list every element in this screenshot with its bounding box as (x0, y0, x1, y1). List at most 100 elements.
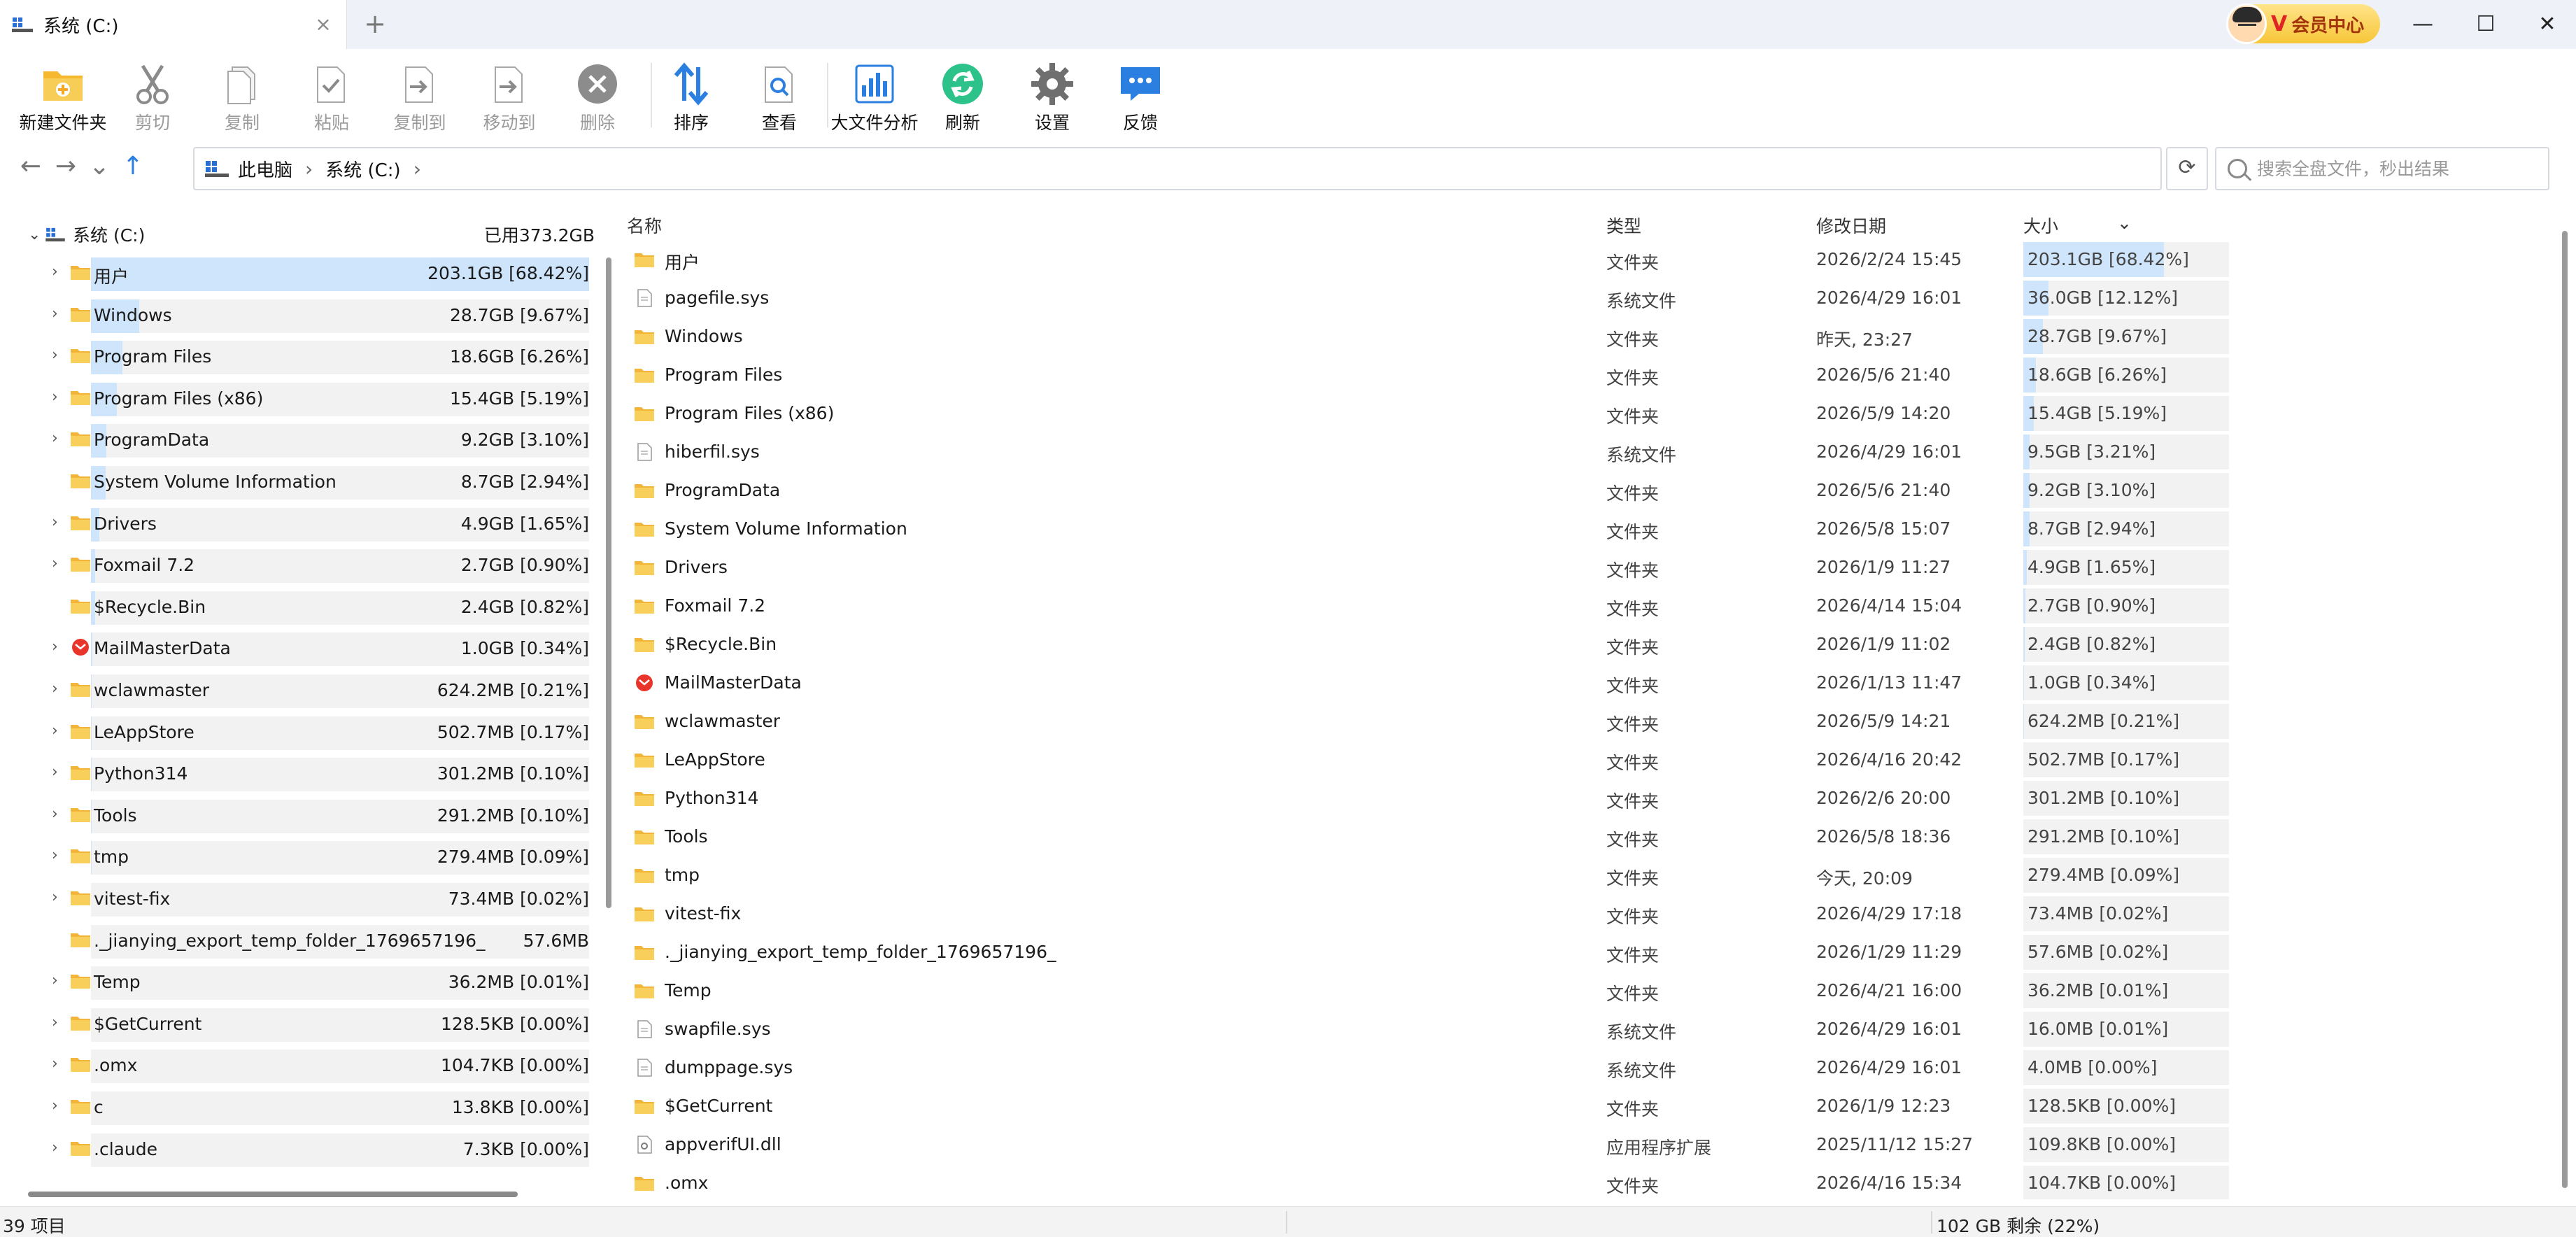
tree-item[interactable]: $Recycle.Bin 2.4GB [0.82%] (0, 590, 589, 626)
settings-button[interactable]: 设置 (1007, 62, 1097, 140)
chevron-right-icon[interactable]: › (52, 1139, 67, 1157)
table-row[interactable]: dumppage.sys 系统文件 2026/4/29 16:01 4.0MB [0.… (620, 1049, 2229, 1087)
table-row[interactable]: pagefile.sys 系统文件 2026/4/29 16:01 36.0GB [1… (620, 279, 2229, 318)
chevron-right-icon[interactable]: › (52, 972, 67, 989)
table-row[interactable]: Foxmail 7.2 文件夹 2026/4/14 15:04 2.7GB [0.90… (620, 587, 2229, 625)
back-button[interactable]: ← (17, 153, 45, 181)
chevron-right-icon[interactable]: › (52, 763, 67, 781)
chevron-right-icon[interactable]: › (52, 1055, 67, 1073)
address-bar[interactable]: 此电脑 › 系统 (C:) › (193, 147, 2162, 190)
feedback-button[interactable]: 反馈 (1096, 62, 1185, 140)
table-row[interactable]: $Recycle.Bin 文件夹 2026/1/9 11:02 2.4GB [0.82… (620, 625, 2229, 664)
chevron-right-icon[interactable]: › (52, 1097, 67, 1115)
tree-item[interactable]: › 用户 203.1GB [68.42%] (0, 256, 589, 292)
list-scrollbar[interactable] (2562, 231, 2568, 1188)
paste-button[interactable]: 粘贴 (287, 62, 376, 140)
chevron-down-icon[interactable]: ⌄ (28, 226, 45, 243)
table-row[interactable]: 用户 文件夹 2026/2/24 15:45 203.1GB [68.42%] (620, 241, 2229, 279)
history-dropdown-button[interactable]: ⌄ (85, 153, 113, 181)
maximize-button[interactable]: ☐ (2468, 7, 2503, 42)
tree-item[interactable]: › .claude 7.3KB [0.00%] (0, 1132, 589, 1168)
chevron-right-icon[interactable]: › (305, 157, 313, 181)
close-window-button[interactable]: ✕ (2530, 7, 2565, 42)
chevron-right-icon[interactable]: › (52, 638, 67, 656)
table-row[interactable]: Temp 文件夹 2026/4/21 16:00 36.2MB [0.01%] (620, 972, 2229, 1010)
tree-item[interactable]: › Python314 301.2MB [0.10%] (0, 756, 589, 793)
table-row[interactable]: Drivers 文件夹 2026/1/9 11:27 4.9GB [1.65%] (620, 549, 2229, 587)
tree-item[interactable]: › LeAppStore 502.7MB [0.17%] (0, 715, 589, 751)
chevron-right-icon[interactable]: › (52, 263, 67, 281)
column-header-size[interactable]: 大小 (2023, 213, 2058, 238)
tree-item[interactable]: ._jianying_export_temp_folder_1769657196… (0, 924, 589, 960)
table-row[interactable]: Python314 文件夹 2026/2/6 20:00 301.2MB [0.10%… (620, 779, 2229, 818)
refresh-toolbar-button[interactable]: 刷新 (918, 62, 1007, 140)
vip-center-button[interactable]: V 会员中心 (2226, 3, 2380, 44)
chevron-right-icon[interactable]: › (52, 1014, 67, 1031)
table-row[interactable]: ._jianying_export_temp_folder_1769657196… (620, 933, 2229, 972)
tree-item[interactable]: System Volume Information 8.7GB [2.94%] (0, 465, 589, 501)
tree-item[interactable]: › c 13.8KB [0.00%] (0, 1090, 589, 1126)
cut-button[interactable]: 剪切 (108, 62, 197, 140)
column-header-date[interactable]: 修改日期 (1816, 213, 1886, 238)
tree-item[interactable]: › Foxmail 7.2 2.7GB [0.90%] (0, 548, 589, 584)
table-row[interactable]: Program Files (x86) 文件夹 2026/5/9 14:20 15.4… (620, 395, 2229, 433)
tree-item[interactable]: › Temp 36.2MB [0.01%] (0, 965, 589, 1001)
sort-button[interactable]: 排序 (646, 62, 736, 140)
table-row[interactable]: Tools 文件夹 2026/5/8 18:36 291.2MB [0.10%] (620, 818, 2229, 856)
chevron-right-icon[interactable]: › (413, 157, 421, 181)
new-folder-button[interactable]: 新建文件夹 (18, 62, 108, 140)
minimize-button[interactable]: — (2405, 7, 2440, 42)
up-button[interactable]: ↑ (119, 153, 147, 181)
copy-button[interactable]: 复制 (197, 62, 287, 140)
chevron-right-icon[interactable]: › (52, 555, 67, 572)
chevron-right-icon[interactable]: › (52, 305, 67, 323)
tree-item[interactable]: › Tools 291.2MB [0.10%] (0, 798, 589, 835)
table-row[interactable]: LeAppStore 文件夹 2026/4/16 20:42 502.7MB [0.1… (620, 741, 2229, 779)
chevron-right-icon[interactable]: › (52, 388, 67, 406)
tree-item[interactable]: › $GetCurrent 128.5KB [0.00%] (0, 1007, 589, 1043)
chevron-right-icon[interactable]: › (52, 514, 67, 531)
search-input[interactable] (2257, 158, 2537, 179)
tree-item[interactable]: › Drivers 4.9GB [1.65%] (0, 507, 589, 543)
chevron-right-icon[interactable]: › (52, 722, 67, 740)
delete-button[interactable]: 删除 (553, 62, 642, 140)
close-tab-icon[interactable]: × (313, 14, 334, 35)
new-tab-button[interactable]: + (361, 10, 389, 39)
tree-item[interactable]: › ProgramData 9.2GB [3.10%] (0, 423, 589, 459)
tree-item[interactable]: › tmp 279.4MB [0.09%] (0, 840, 589, 876)
tree-root[interactable]: ⌄ 系统 (C:) 已用373.2GB (28, 217, 595, 252)
move-to-button[interactable]: 移动到 (465, 62, 554, 140)
table-row[interactable]: vitest-fix 文件夹 2026/4/29 17:18 73.4MB [0.02… (620, 895, 2229, 933)
tree-item[interactable]: › Program Files 18.6GB [6.26%] (0, 339, 589, 376)
table-row[interactable]: swapfile.sys 系统文件 2026/4/29 16:01 16.0MB [0… (620, 1010, 2229, 1049)
breadcrumb-this-pc[interactable]: 此电脑 (238, 156, 292, 182)
large-file-analysis-button[interactable]: 大文件分析 (830, 62, 919, 140)
tree-item[interactable]: › .omx 104.7KB [0.00%] (0, 1048, 589, 1084)
table-row[interactable]: .omx 文件夹 2026/4/16 15:34 104.7KB [0.00%] (620, 1164, 2229, 1199)
column-header-type[interactable]: 类型 (1606, 213, 1641, 238)
view-button[interactable]: 查看 (735, 62, 824, 140)
table-row[interactable]: Program Files 文件夹 2026/5/6 21:40 18.6GB [6.… (620, 356, 2229, 395)
tab-system-c[interactable]: 系统 (C:) × (0, 0, 347, 49)
chevron-right-icon[interactable]: › (52, 680, 67, 698)
chevron-right-icon[interactable]: › (52, 847, 67, 864)
table-row[interactable]: ProgramData 文件夹 2026/5/6 21:40 9.2GB [3.10%… (620, 472, 2229, 510)
breadcrumb-system-c[interactable]: 系统 (C:) (325, 156, 400, 182)
table-row[interactable]: Windows 文件夹 昨天, 23:27 28.7GB [9.67%] (620, 318, 2229, 356)
tree-scrollbar[interactable] (606, 257, 611, 908)
chevron-right-icon[interactable]: › (52, 430, 67, 447)
chevron-right-icon[interactable]: › (52, 346, 67, 364)
tree-horizontal-scrollbar[interactable] (28, 1192, 518, 1197)
forward-button[interactable]: → (52, 153, 80, 181)
chevron-right-icon[interactable]: › (52, 889, 67, 906)
table-row[interactable]: MailMasterData 文件夹 2026/1/13 11:47 1.0GB [0… (620, 664, 2229, 702)
tree-item[interactable]: › Program Files (x86) 15.4GB [5.19%] (0, 381, 589, 418)
tree-item[interactable]: › vitest-fix 73.4MB [0.02%] (0, 882, 589, 918)
search-box[interactable] (2215, 147, 2549, 190)
table-row[interactable]: tmp 文件夹 今天, 20:09 279.4MB [0.09%] (620, 856, 2229, 895)
table-row[interactable]: hiberfil.sys 系统文件 2026/4/29 16:01 9.5GB [3.… (620, 433, 2229, 472)
tree-item[interactable]: › wclawmaster 624.2MB [0.21%] (0, 673, 589, 709)
table-row[interactable]: appverifUI.dll 应用程序扩展 2025/11/12 15:27 109.… (620, 1126, 2229, 1164)
table-row[interactable]: System Volume Information 文件夹 2026/5/8 15:… (620, 510, 2229, 549)
tree-item[interactable]: › Windows 28.7GB [9.67%] (0, 298, 589, 334)
